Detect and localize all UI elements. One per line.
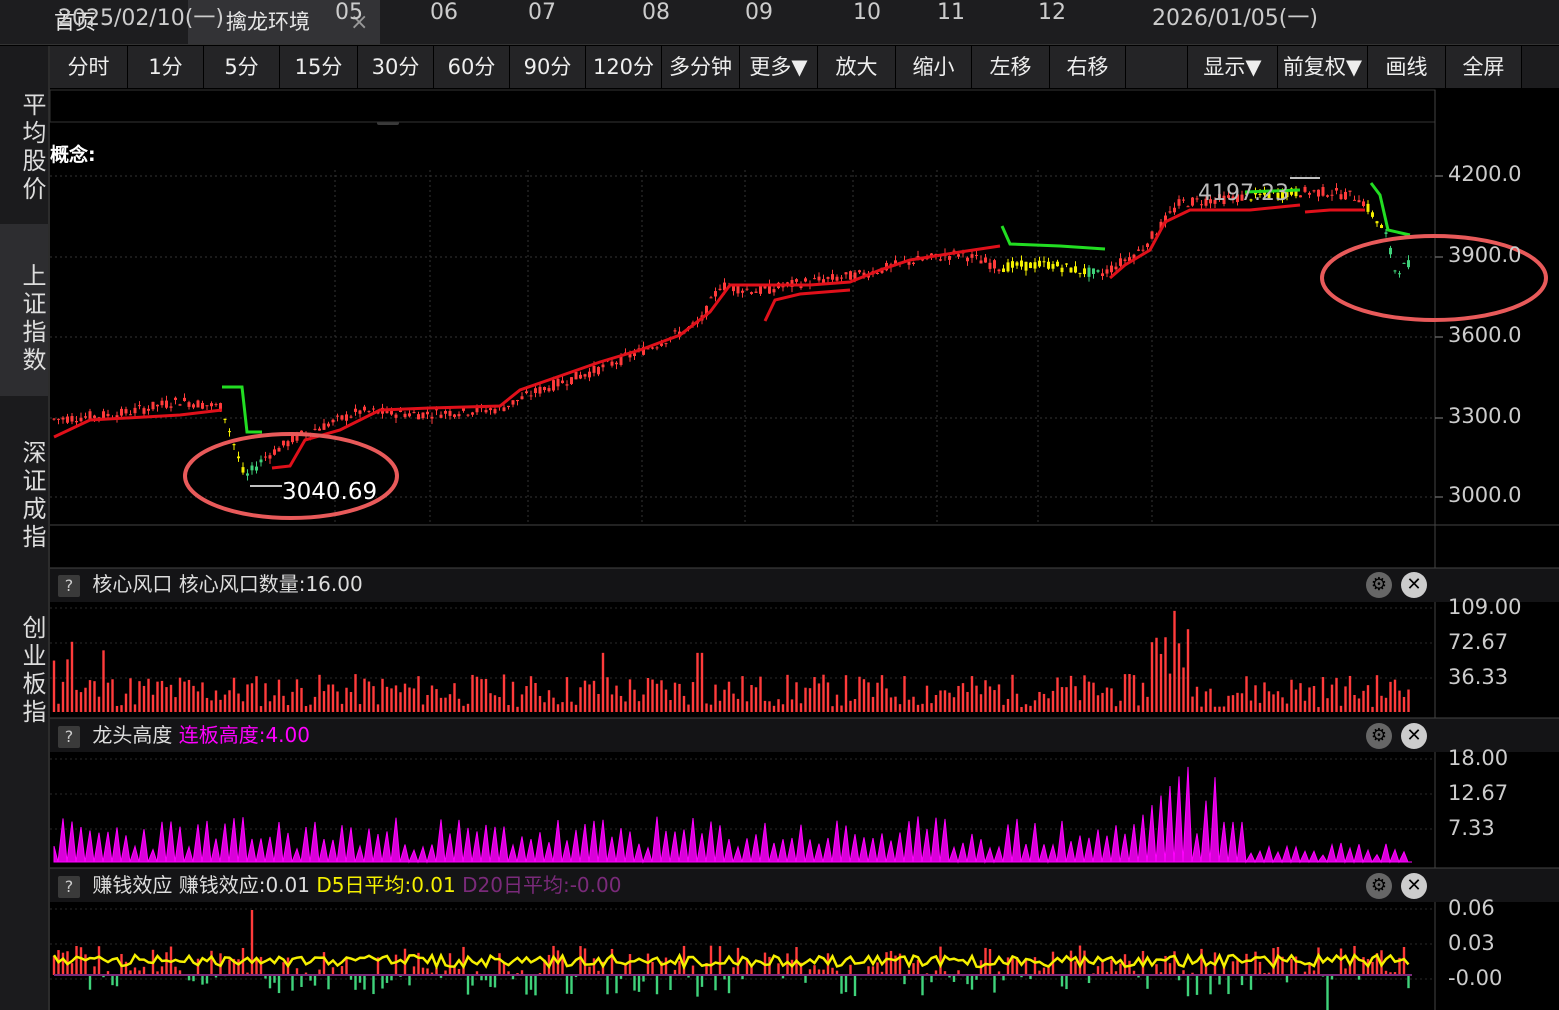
panel-tick: 72.67 [1448, 630, 1509, 654]
winter-value: 冬:0.00 [964, 100, 1036, 124]
panel-d20: D20日平均:-0.00 [462, 873, 622, 897]
toolbar-button-14[interactable] [1126, 46, 1188, 88]
help-icon[interactable]: ? [58, 876, 80, 898]
date-tick: 06 [430, 0, 458, 25]
toolbar-button-17[interactable]: 画线 [1368, 46, 1446, 88]
panel-tick: 109.00 [1448, 595, 1522, 619]
panel-tick: 36.33 [1448, 665, 1509, 689]
price-tick: 3900.0 [1448, 243, 1522, 267]
date-tick: 12 [1038, 0, 1066, 25]
price-tick: 3600.0 [1448, 323, 1522, 347]
toolbar-button-1[interactable]: 1分 [128, 46, 204, 88]
indicator-name: 四季牛熊 [411, 100, 492, 124]
adjust-label: (前复权) [289, 100, 365, 124]
panel-tick: 0.06 [1448, 896, 1495, 920]
panel-hexin-header: ? 核心风口 核心风口数量:16.00 [52, 569, 363, 599]
help-icon[interactable]: ? [58, 726, 80, 748]
gear-icon[interactable]: ⚙ [1366, 873, 1392, 899]
sidebar-item-avg-price[interactable]: 平均股价 [0, 68, 48, 228]
panel-d5: D5日平均:0.01 [316, 873, 456, 897]
panel-value: 核心风口数量:16.00 [178, 572, 363, 596]
toolbar-button-10[interactable]: 放大 [818, 46, 896, 88]
panel-zhuanqian-header: ? 赚钱效应 赚钱效应:0.01 D5日平均:0.01 D20日平均:-0.00 [52, 870, 621, 900]
date-tick: 2025/02/10(一) [58, 6, 224, 31]
sidebar-item-shanghai[interactable]: 上证指数 [0, 224, 48, 396]
panel-longtou-header: ? 龙头高度 连板高度:4.00 [52, 720, 310, 750]
summer-value: 夏:0.00 [808, 100, 881, 124]
panel-name: 核心风口 [92, 572, 173, 596]
help-icon[interactable]: ? [58, 575, 80, 597]
date-tick: 09 [745, 0, 773, 25]
autumn-value: 秋:1.00 [886, 100, 958, 124]
sidebar-item-chinext[interactable]: 创业板指 [0, 591, 48, 751]
panel-tick: -0.00 [1448, 966, 1503, 990]
close-icon[interactable]: ✕ [1401, 723, 1427, 749]
help-icon[interactable]: ? [377, 103, 399, 125]
toolbar-button-9[interactable]: 更多▼ [740, 46, 818, 88]
concept-label: 概念: [50, 144, 96, 166]
price-tick: 3300.0 [1448, 404, 1522, 428]
support-value: 支撑:0.00 [497, 100, 589, 124]
toolbar-button-5[interactable]: 60分 [434, 46, 510, 88]
gear-icon[interactable]: ⚙ [1366, 723, 1392, 749]
panel-tick: 7.33 [1448, 816, 1495, 840]
toolbar-button-0[interactable]: 分时 [50, 46, 128, 88]
pressure-value: 压力:3973.19 [595, 100, 725, 124]
toolbar-button-2[interactable]: 5分 [204, 46, 280, 88]
indicator-infobar: [上证指数 000001 日线] (前复权) ? 四季牛熊 支撑:0.00 压力… [58, 96, 1035, 125]
tab-bar: 首页 擒龙环境 × [0, 0, 1559, 45]
sidebar-item-shenzhen[interactable]: 深证成指 [0, 416, 48, 576]
date-tick: 10 [853, 0, 881, 25]
toolbar-button-7[interactable]: 120分 [586, 46, 662, 88]
close-icon[interactable]: ✕ [1401, 873, 1427, 899]
toolbar-button-8[interactable]: 多分钟 [662, 46, 740, 88]
toolbar-button-4[interactable]: 30分 [358, 46, 434, 88]
date-tick: 2026/01/05(一) [1152, 6, 1318, 31]
chart-title: [上证指数 000001 日线] [58, 100, 283, 124]
panel-tick: 18.00 [1448, 746, 1509, 770]
close-icon[interactable]: ✕ [1401, 572, 1427, 598]
price-tick: 4200.0 [1448, 162, 1522, 186]
spring-value: 春:0.00 [731, 100, 803, 124]
panel-value: 赚钱效应:0.01 [178, 873, 310, 897]
period-toolbar: 分时 1分 5分 15分 30分 60分 90分 120分 多分钟 更多▼ 放大 缩小 左移 右移 显示▼ 前… [50, 46, 1559, 88]
toolbar-button-18[interactable]: 全屏 [1446, 46, 1522, 88]
toolbar-button-13[interactable]: 右移 [1050, 46, 1126, 88]
toolbar-button-6[interactable]: 90分 [510, 46, 586, 88]
toolbar-button-12[interactable]: 左移 [972, 46, 1050, 88]
panel-value: 连板高度:4.00 [178, 723, 310, 747]
toolbar-button-3[interactable]: 15分 [280, 46, 358, 88]
toolbar-button-11[interactable]: 缩小 [896, 46, 972, 88]
price-tick: 3000.0 [1448, 483, 1522, 507]
toolbar-button-16[interactable]: 前复权▼ [1278, 46, 1368, 88]
toolbar-button-15[interactable]: 显示▼ [1188, 46, 1278, 88]
date-tick: 07 [528, 0, 556, 25]
panel-tick: 0.03 [1448, 931, 1495, 955]
panel-name: 赚钱效应 [92, 873, 173, 897]
date-tick: 08 [642, 0, 670, 25]
date-tick: 05 [335, 0, 363, 25]
panel-name: 龙头高度 [92, 723, 173, 747]
gear-icon[interactable]: ⚙ [1366, 572, 1392, 598]
panel-tick: 12.67 [1448, 781, 1509, 805]
index-sidebar: 平均股价 上证指数 深证成指 创业板指 [0, 46, 50, 1010]
date-tick: 11 [937, 0, 965, 25]
